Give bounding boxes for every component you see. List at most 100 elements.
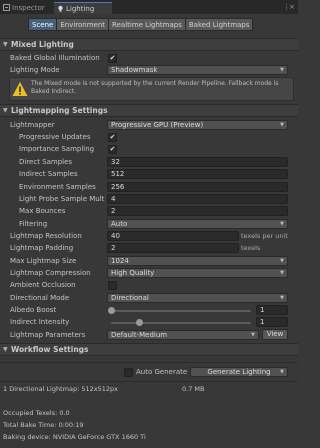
mixed-lighting-header[interactable]: ▼ Mixed Lighting <box>0 38 298 51</box>
lightmap-parameters-label: Lightmap Parameters <box>10 331 86 339</box>
lightmap-parameters-dropdown[interactable]: Default-Medium ▼ <box>107 330 259 340</box>
lighting-subtabs: Scene Environment Realtime Lightmaps Bak… <box>28 18 254 31</box>
generate-lighting-label: Generate Lighting <box>207 368 271 376</box>
environment-samples-field[interactable]: 256 <box>107 182 288 192</box>
checkmark-icon: ✔ <box>109 54 116 62</box>
albedo-boost-slider-handle[interactable] <box>107 307 115 314</box>
divider <box>0 362 298 363</box>
indirect-intensity-slider[interactable] <box>111 322 251 324</box>
direct-samples-label: Direct Samples <box>19 158 73 166</box>
total-bake-time: Total Bake Time: 0:00:19 <box>3 421 84 429</box>
chevron-down-icon: ▼ <box>280 258 284 264</box>
albedo-boost-label: Albedo Boost <box>10 306 57 314</box>
lightmap-parameters-value: Default-Medium <box>111 331 168 339</box>
ambient-occlusion-checkbox[interactable] <box>108 281 117 290</box>
divider <box>0 381 298 382</box>
tab-inspector-label: Inspector <box>12 4 45 12</box>
lightmapper-dropdown[interactable]: Progressive GPU (Preview) ▼ <box>107 120 288 130</box>
lightmapper-label: Lightmapper <box>10 121 55 129</box>
auto-generate-label: Auto Generate <box>136 368 188 376</box>
lightmap-resolution-field[interactable]: 40 <box>107 231 239 241</box>
filtering-dropdown[interactable]: Auto ▼ <box>107 219 288 229</box>
padding-unit-label: texels <box>241 244 261 252</box>
baked-gi-checkbox[interactable]: ✔ <box>108 54 117 63</box>
albedo-boost-slider[interactable] <box>111 310 251 312</box>
close-icon[interactable]: × <box>289 3 295 11</box>
resolution-unit-label: texels per unit <box>241 232 288 240</box>
warning-icon <box>12 81 28 97</box>
lightmap-padding-field[interactable]: 2 <box>107 243 239 253</box>
filtering-value: Auto <box>111 220 128 228</box>
lightmap-compression-label: Lightmap Compression <box>10 269 91 277</box>
indirect-intensity-slider-handle[interactable] <box>135 319 143 326</box>
max-lightmap-size-value: 1024 <box>111 257 129 265</box>
ambient-occlusion-label: Ambient Occlusion <box>10 281 76 289</box>
directional-mode-label: Directional Mode <box>10 294 70 302</box>
importance-sampling-checkbox[interactable]: ✔ <box>108 145 117 154</box>
progressive-updates-label: Progressive Updates <box>19 133 91 141</box>
chevron-down-icon: ▼ <box>280 221 284 227</box>
chevron-down-icon: ▼ <box>280 369 284 375</box>
baked-gi-label: Baked Global Illumination <box>10 54 100 62</box>
max-lightmap-size-label: Max Lightmap Size <box>10 257 77 265</box>
chevron-down-icon: ▼ <box>280 67 284 73</box>
tab-lighting-label: Lighting <box>66 5 95 13</box>
chevron-down-icon: ▼ <box>251 332 255 338</box>
section-title: Mixed Lighting <box>11 40 74 49</box>
baking-device: Baking device: NVIDIA GeForce GTX 1660 T… <box>3 433 146 441</box>
foldout-arrow-icon: ▼ <box>3 41 8 48</box>
occupied-texels: Occupied Texels: 0.0 <box>3 409 70 417</box>
inspector-icon <box>3 3 10 11</box>
indirect-intensity-label: Indirect Intensity <box>10 318 70 326</box>
workflow-settings-header[interactable]: ▼ Workflow Settings <box>0 343 298 356</box>
directional-mode-dropdown[interactable]: Directional ▼ <box>107 293 288 303</box>
lightmap-compression-dropdown[interactable]: High Quality ▼ <box>107 268 288 278</box>
warning-text: The Mixed mode is not supported by the c… <box>31 80 279 95</box>
mixed-mode-warning: The Mixed mode is not supported by the c… <box>9 77 294 101</box>
chevron-down-icon: ▼ <box>280 122 284 128</box>
lightmap-summary: 1 Directional Lightmap: 512x512px <box>3 385 118 393</box>
tab-realtime-lightmaps[interactable]: Realtime Lightmaps <box>108 18 186 31</box>
max-bounces-label: Max Bounces <box>19 207 66 215</box>
lightmap-resolution-label: Lightmap Resolution <box>10 232 82 240</box>
filtering-label: Filtering <box>19 220 48 228</box>
max-lightmap-size-dropdown[interactable]: 1024 ▼ <box>107 256 288 266</box>
auto-generate-checkbox[interactable] <box>124 368 133 377</box>
light-probe-multiplier-field[interactable]: 4 <box>107 194 288 204</box>
tab-inspector[interactable]: Inspector <box>0 2 54 14</box>
tab-baked-lightmaps[interactable]: Baked Lightmaps <box>184 18 254 31</box>
view-parameters-button[interactable]: View <box>262 329 288 340</box>
indirect-samples-field[interactable]: 512 <box>107 169 288 179</box>
environment-samples-label: Environment Samples <box>19 183 96 191</box>
lighting-mode-label: Lighting Mode <box>10 66 60 74</box>
lightmap-compression-value: High Quality <box>111 269 155 277</box>
direct-samples-field[interactable]: 32 <box>107 157 288 167</box>
chevron-down-icon: ▼ <box>280 270 284 276</box>
progressive-updates-checkbox[interactable]: ✔ <box>108 133 117 142</box>
window-tab-bar: Inspector Lighting ⋮ × <box>0 0 298 14</box>
lightmap-size: 0.7 MB <box>182 385 205 393</box>
max-bounces-field[interactable]: 2 <box>107 206 288 216</box>
directional-mode-value: Directional <box>111 294 149 302</box>
chevron-down-icon: ▼ <box>280 295 284 301</box>
checkmark-icon: ✔ <box>109 133 116 141</box>
foldout-arrow-icon: ▼ <box>3 346 8 353</box>
tab-lighting[interactable]: Lighting <box>54 2 112 14</box>
lightmapping-settings-header[interactable]: ▼ Lightmapping Settings <box>0 104 298 117</box>
indirect-intensity-field[interactable]: 1 <box>256 317 288 327</box>
lighting-mode-value: Shadowmask <box>111 66 158 74</box>
light-probe-multiplier-label: Light Probe Sample Multi <box>19 195 105 203</box>
importance-sampling-label: Importance Sampling <box>19 145 95 153</box>
section-title: Lightmapping Settings <box>11 106 108 115</box>
checkmark-icon: ✔ <box>109 145 116 153</box>
lightmapper-value: Progressive GPU (Preview) <box>111 121 204 129</box>
lighting-mode-dropdown[interactable]: Shadowmask ▼ <box>107 65 288 75</box>
tab-environment[interactable]: Environment <box>56 18 110 31</box>
lighting-icon <box>57 4 64 12</box>
foldout-arrow-icon: ▼ <box>3 107 8 114</box>
section-title: Workflow Settings <box>11 345 89 354</box>
generate-lighting-button[interactable]: Generate Lighting ▼ <box>190 367 288 377</box>
tab-scene[interactable]: Scene <box>28 18 58 31</box>
lightmap-padding-label: Lightmap Padding <box>10 244 74 252</box>
albedo-boost-field[interactable]: 1 <box>256 305 288 315</box>
